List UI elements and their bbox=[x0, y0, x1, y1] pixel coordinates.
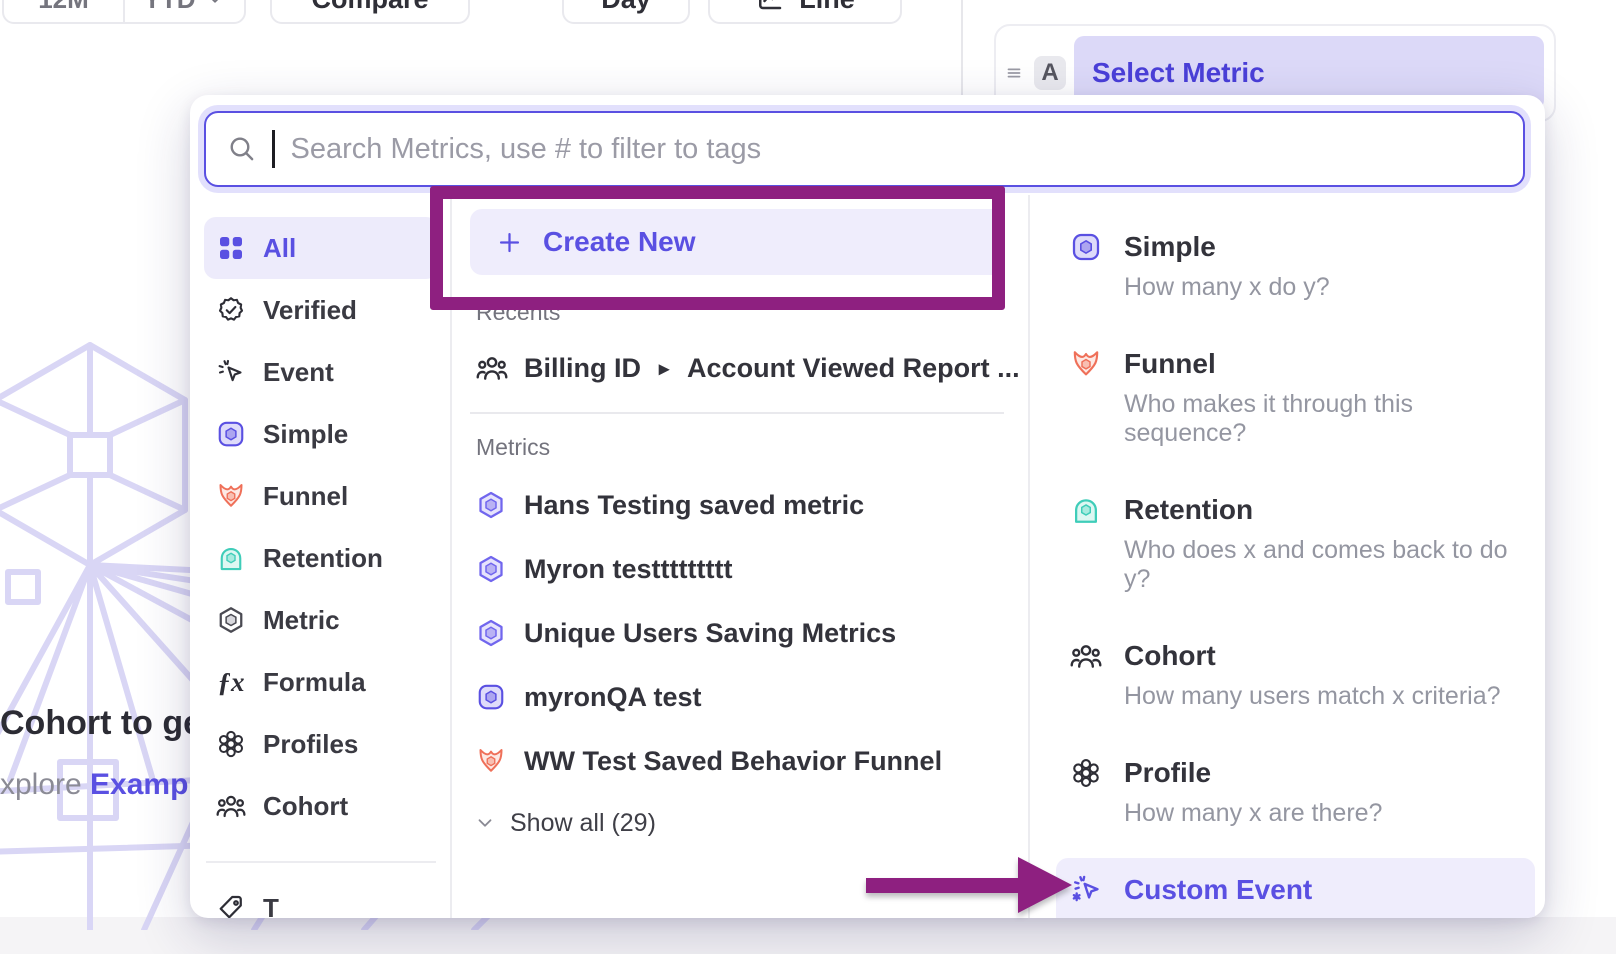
chevron-down-icon bbox=[204, 0, 226, 10]
profiles-flower-icon bbox=[1070, 757, 1102, 789]
retention-arch-icon bbox=[1070, 494, 1102, 526]
section-divider bbox=[470, 412, 1004, 414]
verified-badge-icon bbox=[216, 295, 246, 325]
tag-icon bbox=[216, 893, 246, 918]
metrics-list: Hans Testing saved metric Myron testtttt… bbox=[470, 473, 1004, 793]
metric-types-column: SimpleHow many x do y? FunnelWho makes i… bbox=[1030, 195, 1545, 918]
cohort-people-icon bbox=[1070, 640, 1102, 672]
recent-item-billing[interactable]: Billing ID ▸ Account Viewed Report ... bbox=[470, 346, 1004, 390]
sidebar-item-retention[interactable]: Retention bbox=[204, 527, 438, 589]
empty-state-headline-fragment: Cohort to ge bbox=[0, 704, 202, 743]
annotation-arrow-shaft bbox=[866, 878, 1024, 893]
sidebar-item-cohort[interactable]: Cohort bbox=[204, 775, 438, 837]
cursor-click-icon bbox=[216, 357, 246, 387]
sidebar-item-metric[interactable]: Metric bbox=[204, 589, 438, 651]
drag-handle-icon[interactable] bbox=[1002, 61, 1026, 85]
type-funnel[interactable]: FunnelWho makes it through this sequence… bbox=[1056, 332, 1535, 464]
sidebar-item-verified[interactable]: Verified bbox=[204, 279, 438, 341]
funnel-icon bbox=[476, 746, 506, 776]
metrics-heading: Metrics bbox=[476, 434, 1004, 461]
saved-metric-hexagon-icon bbox=[476, 618, 506, 648]
type-simple[interactable]: SimpleHow many x do y? bbox=[1056, 215, 1535, 318]
metric-item[interactable]: Unique Users Saving Metrics bbox=[470, 601, 1004, 665]
cohort-people-icon bbox=[476, 352, 508, 384]
filter-sidebar: All Verified Event Simple Funnel bbox=[190, 195, 452, 918]
granularity-day-button[interactable]: Day bbox=[562, 0, 690, 24]
sidebar-item-simple[interactable]: Simple bbox=[204, 403, 438, 465]
grid-icon bbox=[216, 233, 246, 263]
compare-button[interactable]: Compare bbox=[270, 0, 470, 24]
custom-event-sparkle-icon bbox=[1070, 874, 1102, 906]
breadcrumb-arrow-icon: ▸ bbox=[659, 356, 669, 381]
search-icon bbox=[226, 133, 258, 165]
type-retention[interactable]: RetentionWho does x and comes back to do… bbox=[1056, 478, 1535, 610]
date-range-segmented-control: 12M YTD bbox=[2, 0, 246, 24]
sidebar-item-funnel[interactable]: Funnel bbox=[204, 465, 438, 527]
simple-square-icon bbox=[216, 419, 246, 449]
retention-arch-icon bbox=[216, 543, 246, 573]
show-all-button[interactable]: Show all (29) bbox=[470, 795, 1004, 851]
chart-type-line-button[interactable]: Line bbox=[708, 0, 902, 24]
annotation-highlight-box bbox=[430, 186, 1005, 310]
annotation-arrow-head bbox=[1018, 857, 1072, 913]
text-caret bbox=[272, 130, 275, 168]
cohort-people-icon bbox=[216, 791, 246, 821]
metric-item[interactable]: Hans Testing saved metric bbox=[470, 473, 1004, 537]
metric-item[interactable]: WW Test Saved Behavior Funnel bbox=[470, 729, 1004, 793]
app-window: 12M YTD Compare Day Line Cohort to ge xp… bbox=[0, 0, 1616, 954]
range-12m-button[interactable]: 12M bbox=[4, 0, 123, 22]
metric-item[interactable]: myronQA test bbox=[470, 665, 1004, 729]
type-custom-event[interactable]: Custom EventBuild your own event definit… bbox=[1056, 858, 1535, 918]
type-profile[interactable]: ProfileHow many x are there? bbox=[1056, 741, 1535, 844]
formula-fx-icon: ƒx bbox=[216, 667, 246, 698]
type-cohort[interactable]: CohortHow many users match x criteria? bbox=[1056, 624, 1535, 727]
sidebar-item-profiles[interactable]: Profiles bbox=[204, 713, 438, 775]
empty-state-subtitle-fragment: xplore Example bbox=[0, 768, 213, 802]
funnel-icon bbox=[1070, 348, 1102, 380]
sidebar-item-all[interactable]: All bbox=[204, 217, 438, 279]
sidebar-divider bbox=[206, 861, 436, 863]
search-input[interactable] bbox=[289, 132, 1504, 167]
saved-metric-hexagon-icon bbox=[476, 554, 506, 584]
metric-hexagon-icon bbox=[216, 605, 246, 635]
saved-metric-hexagon-icon bbox=[476, 490, 506, 520]
series-badge: A bbox=[1034, 56, 1066, 90]
range-ytd-button[interactable]: YTD bbox=[123, 0, 244, 22]
sidebar-item-partial[interactable]: T bbox=[204, 877, 438, 918]
funnel-icon bbox=[216, 481, 246, 511]
search-bar bbox=[204, 111, 1525, 187]
chevron-down-icon bbox=[474, 812, 496, 834]
sidebar-item-formula[interactable]: ƒx Formula bbox=[204, 651, 438, 713]
line-chart-icon bbox=[755, 0, 785, 14]
simple-square-icon bbox=[1070, 231, 1102, 263]
profiles-flower-icon bbox=[216, 729, 246, 759]
metric-item[interactable]: Myron testtttttttt bbox=[470, 537, 1004, 601]
simple-square-icon bbox=[476, 682, 506, 712]
sidebar-item-event[interactable]: Event bbox=[204, 341, 438, 403]
